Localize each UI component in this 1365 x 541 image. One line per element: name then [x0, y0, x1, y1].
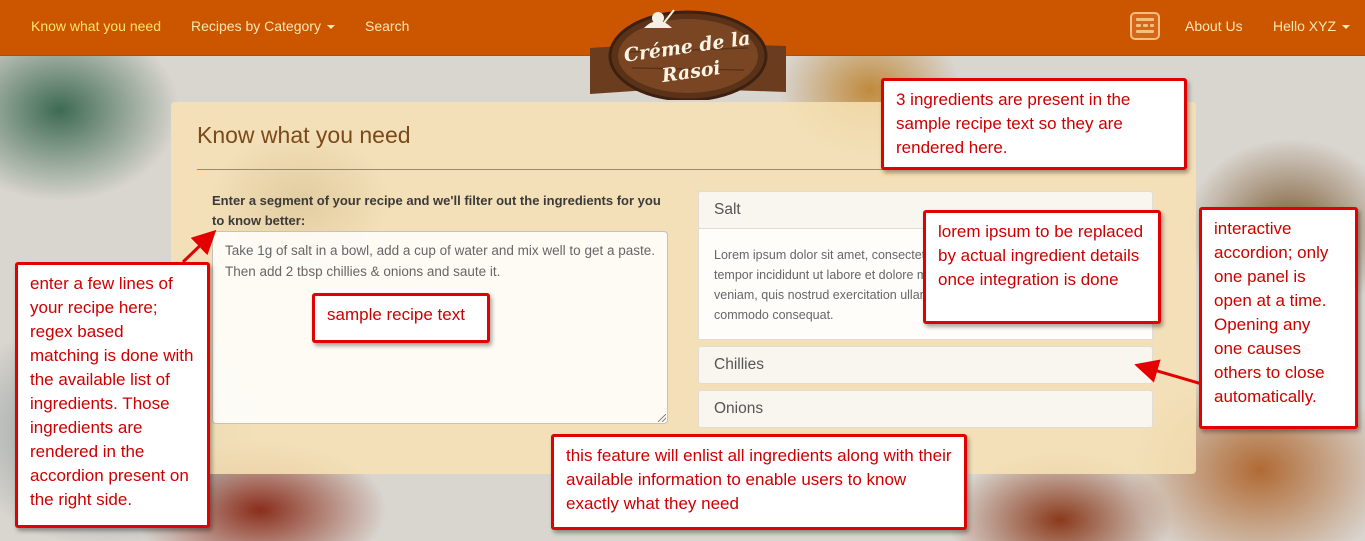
recipe-prompt-label: Enter a segment of your recipe and we'll…: [212, 193, 661, 228]
calendar-grid-icon[interactable]: [1130, 12, 1160, 40]
nav-about-us[interactable]: About Us: [1185, 0, 1243, 52]
nav-recipes-by-category-label: Recipes by Category: [191, 18, 321, 34]
annotation-sample-text: sample recipe text: [312, 293, 490, 343]
nav-know-what-you-need[interactable]: Know what you need: [31, 0, 161, 52]
annotation-ingredients-found: 3 ingredients are present in the sample …: [881, 78, 1187, 170]
accordion-header-onions[interactable]: Onions: [698, 390, 1153, 428]
resize-handle-icon[interactable]: [658, 414, 666, 422]
annotation-accordion: interactive accordion; only one panel is…: [1199, 207, 1358, 429]
nav-user-menu[interactable]: Hello XYZ: [1273, 0, 1351, 52]
chevron-down-icon: [1342, 25, 1351, 30]
nav-recipes-by-category[interactable]: Recipes by Category: [191, 0, 335, 52]
annotation-feature: this feature will enlist all ingredients…: [551, 434, 967, 530]
nav-user-greeting: Hello XYZ: [1273, 18, 1337, 34]
annotation-lorem: lorem ipsum to be replaced by actual ing…: [923, 210, 1161, 324]
page-title: Know what you need: [197, 122, 411, 148]
chevron-down-icon: [326, 25, 335, 30]
nav-search[interactable]: Search: [365, 0, 409, 52]
accordion-header-chillies[interactable]: Chillies: [698, 346, 1153, 384]
annotation-enter-recipe: enter a few lines of your recipe here; r…: [15, 262, 210, 528]
brand-logo[interactable]: Créme de la Rasoi: [588, 4, 788, 100]
